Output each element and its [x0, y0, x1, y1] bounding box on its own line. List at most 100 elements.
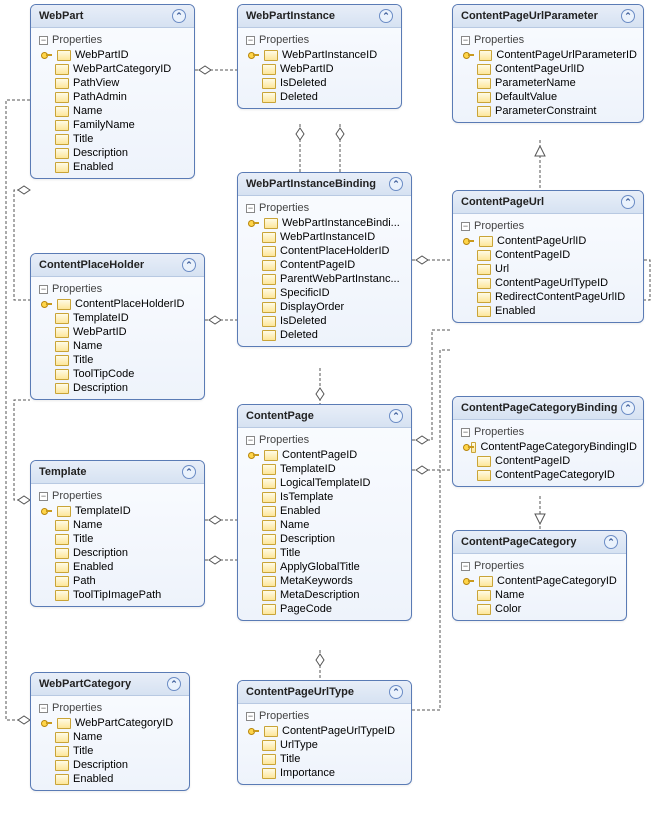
- property-row[interactable]: WebPartInstanceBindi...: [238, 216, 411, 230]
- entity-header[interactable]: ContentPageUrlParameter⌃: [453, 5, 643, 28]
- property-row[interactable]: Enabled: [31, 772, 189, 786]
- entity-header[interactable]: WebPartCategory⌃: [31, 673, 189, 696]
- property-row[interactable]: ContentPageCategoryID: [453, 468, 643, 482]
- entity-WebPartCategory[interactable]: WebPartCategory⌃ −PropertiesWebPartCatego…: [30, 672, 190, 791]
- minus-icon[interactable]: −: [246, 204, 255, 213]
- entity-Template[interactable]: Template⌃−PropertiesTemplateIDNameTitleD…: [30, 460, 205, 607]
- entity-header[interactable]: WebPartInstance⌃: [238, 5, 401, 28]
- chevron-up-icon[interactable]: ⌃: [389, 177, 403, 191]
- chevron-up-icon[interactable]: ⌃: [621, 195, 635, 209]
- property-row[interactable]: UrlType: [238, 738, 411, 752]
- property-row[interactable]: IsDeleted: [238, 314, 411, 328]
- property-row[interactable]: ContentPageUrlID: [453, 62, 643, 76]
- property-row[interactable]: Name: [453, 588, 626, 602]
- property-row[interactable]: ApplyGlobalTitle: [238, 560, 411, 574]
- property-row[interactable]: ToolTipCode: [31, 367, 204, 381]
- chevron-up-icon[interactable]: ⌃: [389, 409, 403, 423]
- entity-header[interactable]: ContentPageCategoryBinding⌃: [453, 397, 643, 420]
- entity-header[interactable]: ContentPage⌃: [238, 405, 411, 428]
- property-row[interactable]: ContentPageID: [238, 448, 411, 462]
- property-row[interactable]: ContentPageID: [238, 258, 411, 272]
- property-row[interactable]: Deleted: [238, 90, 401, 104]
- entity-ContentPage[interactable]: ContentPage⌃ −PropertiesContentPageIDTemp…: [237, 404, 412, 621]
- entity-ContentPageUrl[interactable]: ContentPageUrl⌃−PropertiesContentPageUrl…: [452, 190, 644, 323]
- property-row[interactable]: Enabled: [31, 560, 204, 574]
- entity-header[interactable]: ContentPageUrl⌃: [453, 191, 643, 214]
- minus-icon[interactable]: −: [39, 704, 48, 713]
- minus-icon[interactable]: −: [246, 436, 255, 445]
- property-row[interactable]: ContentPageCategoryBindingID: [453, 440, 643, 454]
- property-row[interactable]: WebPartInstanceID: [238, 48, 401, 62]
- entity-header[interactable]: ContentPageCategory⌃: [453, 531, 626, 554]
- property-row[interactable]: TemplateID: [31, 504, 204, 518]
- chevron-up-icon[interactable]: ⌃: [604, 535, 618, 549]
- property-row[interactable]: Description: [31, 146, 194, 160]
- chevron-up-icon[interactable]: ⌃: [379, 9, 393, 23]
- property-row[interactable]: ContentPageID: [453, 454, 643, 468]
- property-row[interactable]: Enabled: [238, 504, 411, 518]
- property-row[interactable]: WebPartID: [238, 62, 401, 76]
- property-row[interactable]: Name: [31, 730, 189, 744]
- properties-label[interactable]: −Properties: [31, 700, 189, 716]
- property-row[interactable]: Importance: [238, 766, 411, 780]
- entity-ContentPageCategoryBinding[interactable]: ContentPageCategoryBinding⌃−PropertiesCo…: [452, 396, 644, 487]
- properties-label[interactable]: −Properties: [238, 32, 401, 48]
- property-row[interactable]: ContentPageUrlTypeID: [238, 724, 411, 738]
- property-row[interactable]: FamilyName: [31, 118, 194, 132]
- property-row[interactable]: Url: [453, 262, 643, 276]
- property-row[interactable]: Description: [238, 532, 411, 546]
- property-row[interactable]: ContentPlaceHolderID: [31, 297, 204, 311]
- entity-WebPartInstance[interactable]: WebPartInstance⌃ −PropertiesWebPartInstan…: [237, 4, 402, 109]
- property-row[interactable]: WebPartCategoryID: [31, 716, 189, 730]
- properties-label[interactable]: −Properties: [453, 218, 643, 234]
- property-row[interactable]: ParameterName: [453, 76, 643, 90]
- property-row[interactable]: Deleted: [238, 328, 411, 342]
- chevron-up-icon[interactable]: ⌃: [621, 9, 635, 23]
- property-row[interactable]: WebPartInstanceID: [238, 230, 411, 244]
- entity-WebPartInstanceBinding[interactable]: WebPartInstanceBinding⌃−PropertiesWebPar…: [237, 172, 412, 347]
- chevron-up-icon[interactable]: ⌃: [389, 685, 403, 699]
- chevron-up-icon[interactable]: ⌃: [182, 465, 196, 479]
- minus-icon[interactable]: −: [461, 428, 470, 437]
- entity-ContentPageUrlType[interactable]: ContentPageUrlType⌃−PropertiesContentPag…: [237, 680, 412, 785]
- property-row[interactable]: IsDeleted: [238, 76, 401, 90]
- minus-icon[interactable]: −: [461, 36, 470, 45]
- property-row[interactable]: WebPartCategoryID: [31, 62, 194, 76]
- entity-header[interactable]: ContentPlaceHolder⌃: [31, 254, 204, 277]
- property-row[interactable]: MetaDescription: [238, 588, 411, 602]
- property-row[interactable]: Title: [238, 752, 411, 766]
- property-row[interactable]: ToolTipImagePath: [31, 588, 204, 602]
- chevron-up-icon[interactable]: ⌃: [621, 401, 635, 415]
- entity-header[interactable]: Template⌃: [31, 461, 204, 484]
- properties-label[interactable]: −Properties: [238, 200, 411, 216]
- entity-ContentPageCategory[interactable]: ContentPageCategory⌃−PropertiesContentPa…: [452, 530, 627, 621]
- properties-label[interactable]: −Properties: [31, 32, 194, 48]
- property-row[interactable]: PathView: [31, 76, 194, 90]
- property-row[interactable]: Path: [31, 574, 204, 588]
- property-row[interactable]: Title: [31, 132, 194, 146]
- entity-header[interactable]: WebPartInstanceBinding⌃: [238, 173, 411, 196]
- minus-icon[interactable]: −: [39, 492, 48, 501]
- entity-ContentPlaceHolder[interactable]: ContentPlaceHolder⌃−PropertiesContentPla…: [30, 253, 205, 400]
- property-row[interactable]: Name: [238, 518, 411, 532]
- properties-label[interactable]: −Properties: [238, 432, 411, 448]
- property-row[interactable]: Name: [31, 339, 204, 353]
- property-row[interactable]: ContentPageUrlID: [453, 234, 643, 248]
- minus-icon[interactable]: −: [461, 562, 470, 571]
- property-row[interactable]: ContentPageUrlTypeID: [453, 276, 643, 290]
- chevron-up-icon[interactable]: ⌃: [172, 9, 186, 23]
- entity-header[interactable]: WebPart⌃: [31, 5, 194, 28]
- property-row[interactable]: TemplateID: [238, 462, 411, 476]
- property-row[interactable]: DefaultValue: [453, 90, 643, 104]
- chevron-up-icon[interactable]: ⌃: [182, 258, 196, 272]
- property-row[interactable]: WebPartID: [31, 48, 194, 62]
- property-row[interactable]: Title: [31, 532, 204, 546]
- minus-icon[interactable]: −: [246, 36, 255, 45]
- property-row[interactable]: Description: [31, 758, 189, 772]
- properties-label[interactable]: −Properties: [31, 488, 204, 504]
- property-row[interactable]: TemplateID: [31, 311, 204, 325]
- properties-label[interactable]: −Properties: [453, 32, 643, 48]
- property-row[interactable]: Title: [31, 744, 189, 758]
- property-row[interactable]: RedirectContentPageUrlID: [453, 290, 643, 304]
- property-row[interactable]: ParameterConstraint: [453, 104, 643, 118]
